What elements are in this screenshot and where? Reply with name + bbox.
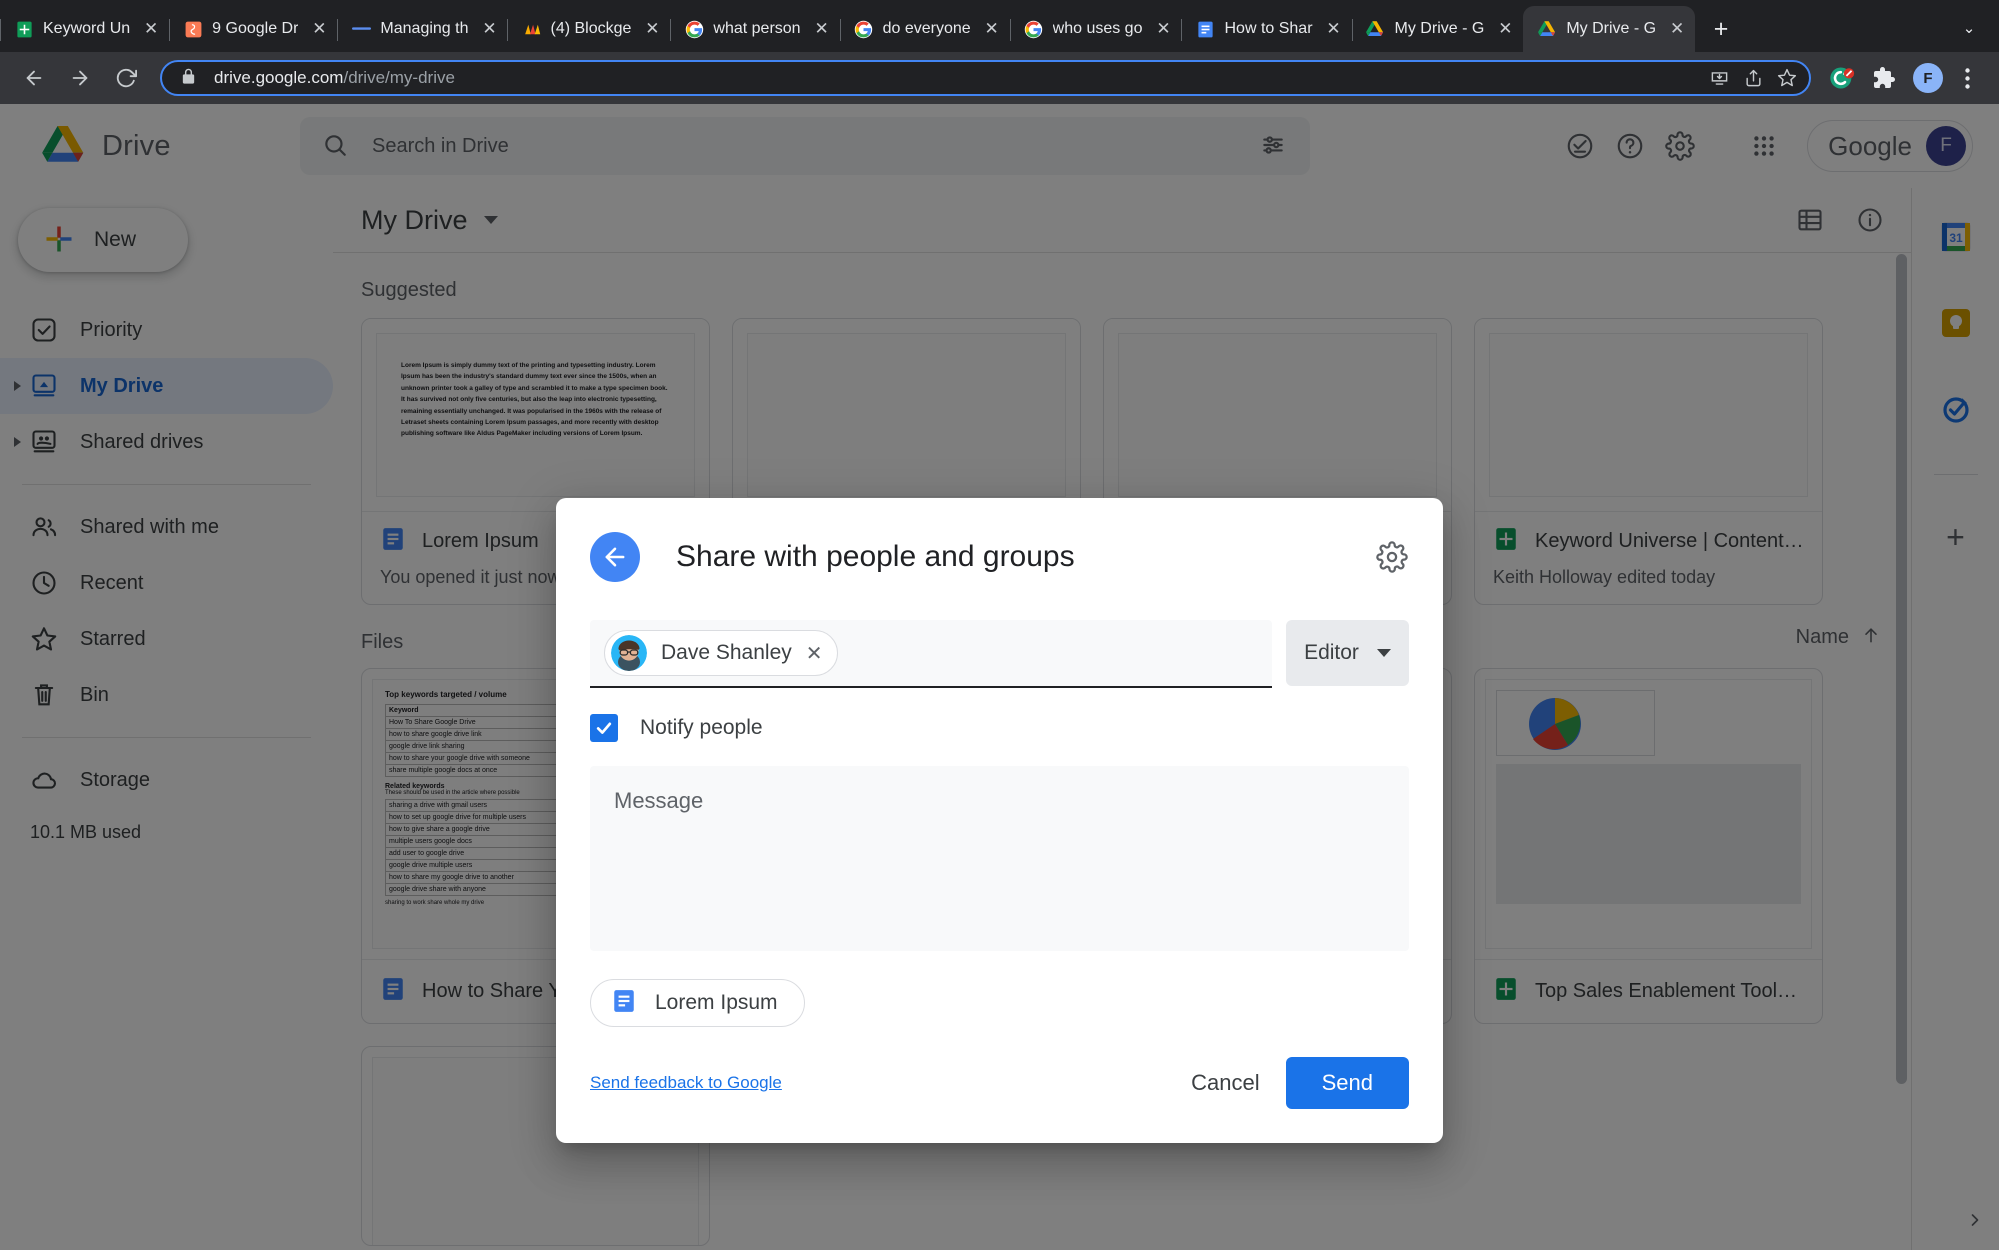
tab-title: 9 Google Dr	[212, 20, 299, 37]
share-icon[interactable]	[1737, 62, 1769, 94]
google-icon	[1024, 19, 1044, 39]
chevron-down-icon	[1376, 649, 1391, 657]
browser-tab[interactable]: (4) Blockge ✕	[507, 6, 670, 52]
share-dialog: Share with people and groups Dave Shanle…	[556, 498, 1443, 1143]
person-chip[interactable]: Dave Shanley ✕	[604, 630, 838, 676]
remove-person-close-icon[interactable]: ✕	[806, 641, 823, 666]
close-icon[interactable]: ✕	[139, 17, 163, 41]
person-chip-name: Dave Shanley	[661, 641, 792, 664]
browser-tab[interactable]: who uses go ✕	[1009, 6, 1182, 52]
new-tab-button[interactable]: +	[1701, 9, 1741, 49]
sheets-icon	[14, 19, 34, 39]
cancel-button[interactable]: Cancel	[1191, 1070, 1259, 1096]
tab-title: (4) Blockge	[550, 20, 632, 37]
file-chip-name: Lorem Ipsum	[655, 991, 778, 1014]
chrome-menu-icon[interactable]	[1949, 60, 1985, 96]
browser-tab-strip: Keyword Un ✕ 9 Google Dr ✕ Managing th ✕ (4) B…	[0, 0, 1999, 52]
url-path: /drive/my-drive	[343, 68, 455, 87]
avatar	[611, 635, 647, 671]
extensions-puzzle-icon[interactable]	[1865, 59, 1903, 97]
orange-doc-icon	[183, 19, 203, 39]
drive-icon	[1537, 19, 1557, 39]
send-button[interactable]: Send	[1285, 1057, 1409, 1109]
footer-actions: Cancel Send	[1191, 1057, 1409, 1109]
address-bar[interactable]: drive.google.com/drive/my-drive	[160, 60, 1811, 96]
tab-title: How to Shar	[1224, 20, 1313, 37]
tab-title: do everyone	[882, 20, 971, 37]
google-icon	[854, 19, 874, 39]
browser-tab[interactable]: How to Shar ✕	[1181, 6, 1351, 52]
install-app-icon[interactable]	[1703, 62, 1735, 94]
reload-button[interactable]	[106, 58, 146, 98]
notify-people-row[interactable]: Notify people	[556, 688, 1443, 742]
tab-search-chevron-icon[interactable]: ⌄	[1953, 12, 1985, 44]
url-host: drive.google.com	[214, 68, 344, 87]
browser-tab[interactable]: do everyone ✕	[839, 6, 1010, 52]
close-icon[interactable]: ✕	[980, 17, 1004, 41]
back-button[interactable]	[14, 58, 54, 98]
browser-tab[interactable]: My Drive - G ✕	[1523, 6, 1696, 52]
close-icon[interactable]: ✕	[640, 17, 664, 41]
tab-title: Managing th	[380, 20, 469, 37]
close-icon[interactable]: ✕	[1322, 17, 1346, 41]
bookmark-star-icon[interactable]	[1771, 62, 1803, 94]
message-input[interactable]: Message	[590, 766, 1409, 951]
adblock-extension-icon[interactable]	[1823, 59, 1861, 97]
tab-title: My Drive - G	[1566, 20, 1657, 37]
close-icon[interactable]: ✕	[477, 17, 501, 41]
browser-tab[interactable]: My Drive - G ✕	[1351, 6, 1524, 52]
lock-icon	[180, 68, 200, 88]
link-icon	[351, 19, 371, 39]
recipients-row: Dave Shanley ✕ Editor	[556, 582, 1443, 688]
file-chip[interactable]: Lorem Ipsum	[590, 979, 805, 1027]
forward-button[interactable]	[60, 58, 100, 98]
google-icon	[684, 19, 704, 39]
tab-title: what person	[713, 20, 801, 37]
browser-tab[interactable]: what person ✕	[670, 6, 839, 52]
notify-people-label: Notify people	[640, 716, 763, 739]
dialog-footer: Send feedback to Google Cancel Send	[556, 1027, 1443, 1143]
tab-title: who uses go	[1052, 20, 1143, 37]
chrome-profile-avatar[interactable]: F	[1913, 63, 1943, 93]
role-selector[interactable]: Editor	[1286, 620, 1409, 686]
shared-file-row: Lorem Ipsum	[556, 951, 1443, 1027]
omnibox-actions	[1703, 62, 1803, 94]
back-arrow-icon[interactable]	[590, 532, 640, 582]
close-icon[interactable]: ✕	[1493, 17, 1517, 41]
notify-people-checkbox[interactable]	[590, 714, 618, 742]
drive-icon	[1366, 19, 1386, 39]
send-feedback-link[interactable]: Send feedback to Google	[590, 1073, 782, 1093]
close-icon[interactable]: ✕	[1151, 17, 1175, 41]
tab-title: Keyword Un	[43, 20, 131, 37]
tab-title: My Drive - G	[1394, 20, 1485, 37]
dialog-header: Share with people and groups	[556, 532, 1443, 582]
drive-page: Drive	[0, 104, 1999, 1250]
close-icon[interactable]: ✕	[810, 17, 834, 41]
docs-icon	[1195, 19, 1215, 39]
docs-icon	[611, 988, 637, 1019]
close-icon[interactable]: ✕	[307, 17, 331, 41]
dialog-title: Share with people and groups	[676, 540, 1075, 573]
browser-tab[interactable]: Keyword Un ✕	[0, 6, 169, 52]
close-icon[interactable]: ✕	[1665, 17, 1689, 41]
role-value: Editor	[1304, 641, 1359, 664]
browser-tab[interactable]: 9 Google Dr ✕	[169, 6, 337, 52]
blockgen-icon	[521, 19, 541, 39]
browser-toolbar: drive.google.com/drive/my-drive F	[0, 52, 1999, 104]
browser-tab[interactable]: Managing th ✕	[337, 6, 507, 52]
url-text: drive.google.com/drive/my-drive	[214, 68, 455, 88]
gear-icon[interactable]	[1375, 540, 1409, 574]
recipients-input[interactable]: Dave Shanley ✕	[590, 620, 1272, 688]
